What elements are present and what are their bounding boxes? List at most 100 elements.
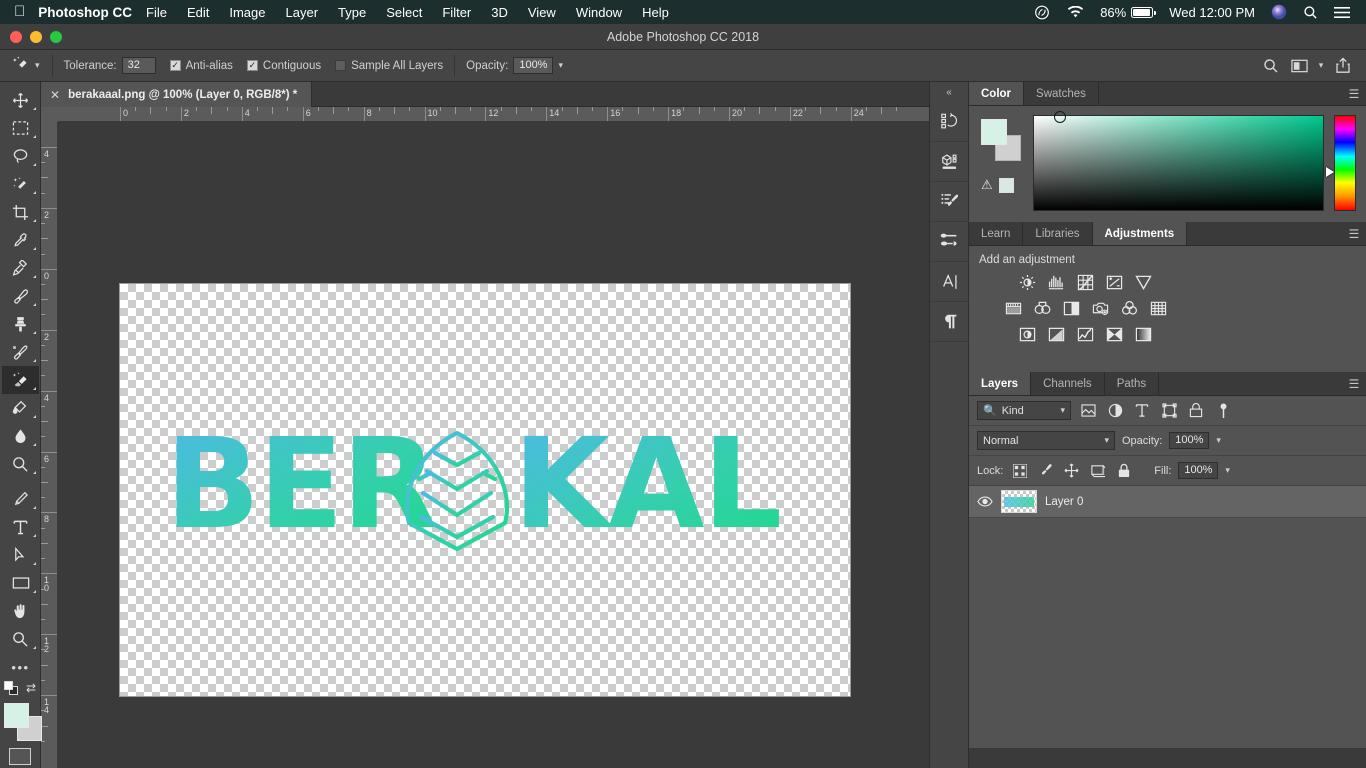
tolerance-input[interactable]: 32: [122, 57, 156, 74]
fill-chevron-icon[interactable]: ▾: [1225, 465, 1230, 476]
gamut-warning-icon[interactable]: ⚠: [981, 177, 993, 193]
menu-item-window[interactable]: Window: [566, 5, 632, 20]
chevron-down-icon[interactable]: ▾: [1314, 54, 1328, 78]
tab-swatches[interactable]: Swatches: [1024, 82, 1099, 105]
menu-item-help[interactable]: Help: [632, 5, 679, 20]
levels-icon[interactable]: [1046, 272, 1066, 292]
eyedropper-tool[interactable]: [2, 226, 39, 254]
layer-fill-input[interactable]: 100%: [1178, 462, 1218, 479]
color-picker-field[interactable]: [1033, 115, 1324, 211]
search-icon[interactable]: [1258, 54, 1284, 78]
opacity-chevron-icon[interactable]: ▾: [1216, 435, 1221, 446]
clone-stamp-tool[interactable]: [2, 310, 39, 338]
quick-mask-button[interactable]: [9, 748, 31, 765]
eraser-tool[interactable]: [2, 366, 39, 394]
zoom-tool[interactable]: [2, 625, 39, 653]
menu-item-view[interactable]: View: [518, 5, 566, 20]
brightness-contrast-icon[interactable]: [1017, 272, 1037, 292]
tab-libraries[interactable]: Libraries: [1023, 222, 1092, 245]
brush-settings-icon[interactable]: [930, 182, 970, 222]
default-colors-icon[interactable]: [4, 681, 13, 690]
collapse-panels-icon[interactable]: «: [930, 82, 968, 102]
tab-paths[interactable]: Paths: [1105, 372, 1159, 395]
invert-icon[interactable]: [1017, 324, 1037, 344]
blend-mode-select[interactable]: Normal ▾: [977, 431, 1115, 450]
hue-slider-handle[interactable]: [1326, 167, 1334, 177]
layer-row[interactable]: Layer 0: [969, 486, 1366, 518]
antialias-checkbox[interactable]: ✓: [170, 60, 181, 71]
chevron-down-icon[interactable]: ▾: [1060, 405, 1065, 416]
antialias-group[interactable]: ✓ Anti-alias: [163, 60, 240, 72]
vertical-ruler[interactable]: 4202468101214: [41, 122, 58, 768]
filter-adjustment-icon[interactable]: [1105, 401, 1125, 421]
panel-menu-icon[interactable]: ☰: [1342, 222, 1366, 245]
magic-wand-tool[interactable]: [2, 170, 39, 198]
menu-item-layer[interactable]: Layer: [276, 5, 329, 20]
eye-icon[interactable]: [977, 496, 993, 507]
contiguous-checkbox[interactable]: ✓: [247, 60, 258, 71]
dodge-tool[interactable]: [2, 450, 39, 478]
menu-item-edit[interactable]: Edit: [177, 5, 219, 20]
tab-channels[interactable]: Channels: [1031, 372, 1105, 395]
opacity-input[interactable]: 100%: [513, 57, 553, 74]
horizontal-ruler[interactable]: 024681012141618202224: [58, 107, 929, 122]
tab-learn[interactable]: Learn: [969, 222, 1023, 245]
siri-icon[interactable]: [1263, 4, 1295, 20]
healing-brush-tool[interactable]: [2, 254, 39, 282]
lock-image-icon[interactable]: [1036, 461, 1055, 480]
color-swatches[interactable]: [4, 703, 42, 743]
color-balance-icon[interactable]: [1032, 298, 1052, 318]
panel-menu-icon[interactable]: ☰: [1342, 82, 1366, 105]
creative-cloud-icon[interactable]: [1025, 5, 1059, 20]
pen-tool[interactable]: [2, 485, 39, 513]
vibrance-icon[interactable]: [1133, 272, 1153, 292]
tab-adjustments[interactable]: Adjustments: [1093, 222, 1188, 245]
hue-slider[interactable]: [1334, 115, 1356, 211]
workspace-icon[interactable]: [1286, 54, 1312, 78]
lock-artboard-icon[interactable]: [1088, 461, 1107, 480]
contiguous-group[interactable]: ✓ Contiguous: [240, 60, 328, 72]
black-white-icon[interactable]: [1061, 298, 1081, 318]
3d-icon[interactable]: [930, 142, 970, 182]
lock-transparent-icon[interactable]: [1010, 461, 1029, 480]
default-colors-control[interactable]: ⇄: [4, 681, 38, 697]
layer-opacity-input[interactable]: 100%: [1169, 432, 1209, 449]
type-tool[interactable]: [2, 513, 39, 541]
filter-shape-icon[interactable]: [1159, 401, 1179, 421]
menu-item-filter[interactable]: Filter: [432, 5, 481, 20]
rectangle-tool[interactable]: [2, 569, 39, 597]
menubar-clock[interactable]: Wed 12:00 PM: [1161, 5, 1263, 20]
lock-all-icon[interactable]: [1114, 461, 1133, 480]
menu-item-file[interactable]: File: [136, 5, 177, 20]
wifi-icon[interactable]: [1059, 6, 1092, 19]
menu-item-select[interactable]: Select: [376, 5, 432, 20]
brush-tool[interactable]: [2, 282, 39, 310]
color-lookup-icon[interactable]: [1148, 298, 1168, 318]
filter-pixel-icon[interactable]: [1078, 401, 1098, 421]
spotlight-search-icon[interactable]: [1295, 5, 1326, 20]
filter-type-icon[interactable]: [1132, 401, 1152, 421]
canvas-viewport[interactable]: BER KAL: [58, 122, 929, 768]
panel-menu-icon[interactable]: ☰: [1342, 372, 1366, 395]
foreground-color-swatch[interactable]: [4, 703, 29, 728]
layer-name[interactable]: Layer 0: [1045, 496, 1083, 508]
apple-logo-icon[interactable]: : [0, 4, 38, 19]
move-tool[interactable]: [2, 86, 39, 114]
sample-all-layers-checkbox[interactable]: ✓: [335, 60, 346, 71]
sample-all-layers-group[interactable]: ✓ Sample All Layers: [328, 60, 450, 72]
web-safe-swatch[interactable]: [999, 178, 1014, 193]
paragraph-icon[interactable]: [930, 302, 970, 342]
threshold-icon[interactable]: [1075, 324, 1095, 344]
photo-filter-icon[interactable]: [1090, 298, 1110, 318]
path-selection-tool[interactable]: [2, 541, 39, 569]
filter-smart-icon[interactable]: [1186, 401, 1206, 421]
document-tab[interactable]: ✕ berakaaal.png @ 100% (Layer 0, RGB/8*)…: [41, 82, 312, 107]
history-icon[interactable]: [930, 102, 970, 142]
opacity-chevron-icon[interactable]: ▾: [558, 60, 563, 71]
color-picker-marker[interactable]: [1054, 111, 1066, 123]
lock-position-icon[interactable]: [1062, 461, 1081, 480]
crop-tool[interactable]: [2, 198, 39, 226]
layer-filter-kind-select[interactable]: 🔍 Kind ▾: [977, 401, 1071, 420]
brush-presets-icon[interactable]: [930, 222, 970, 262]
gradient-map-icon[interactable]: [1133, 324, 1153, 344]
